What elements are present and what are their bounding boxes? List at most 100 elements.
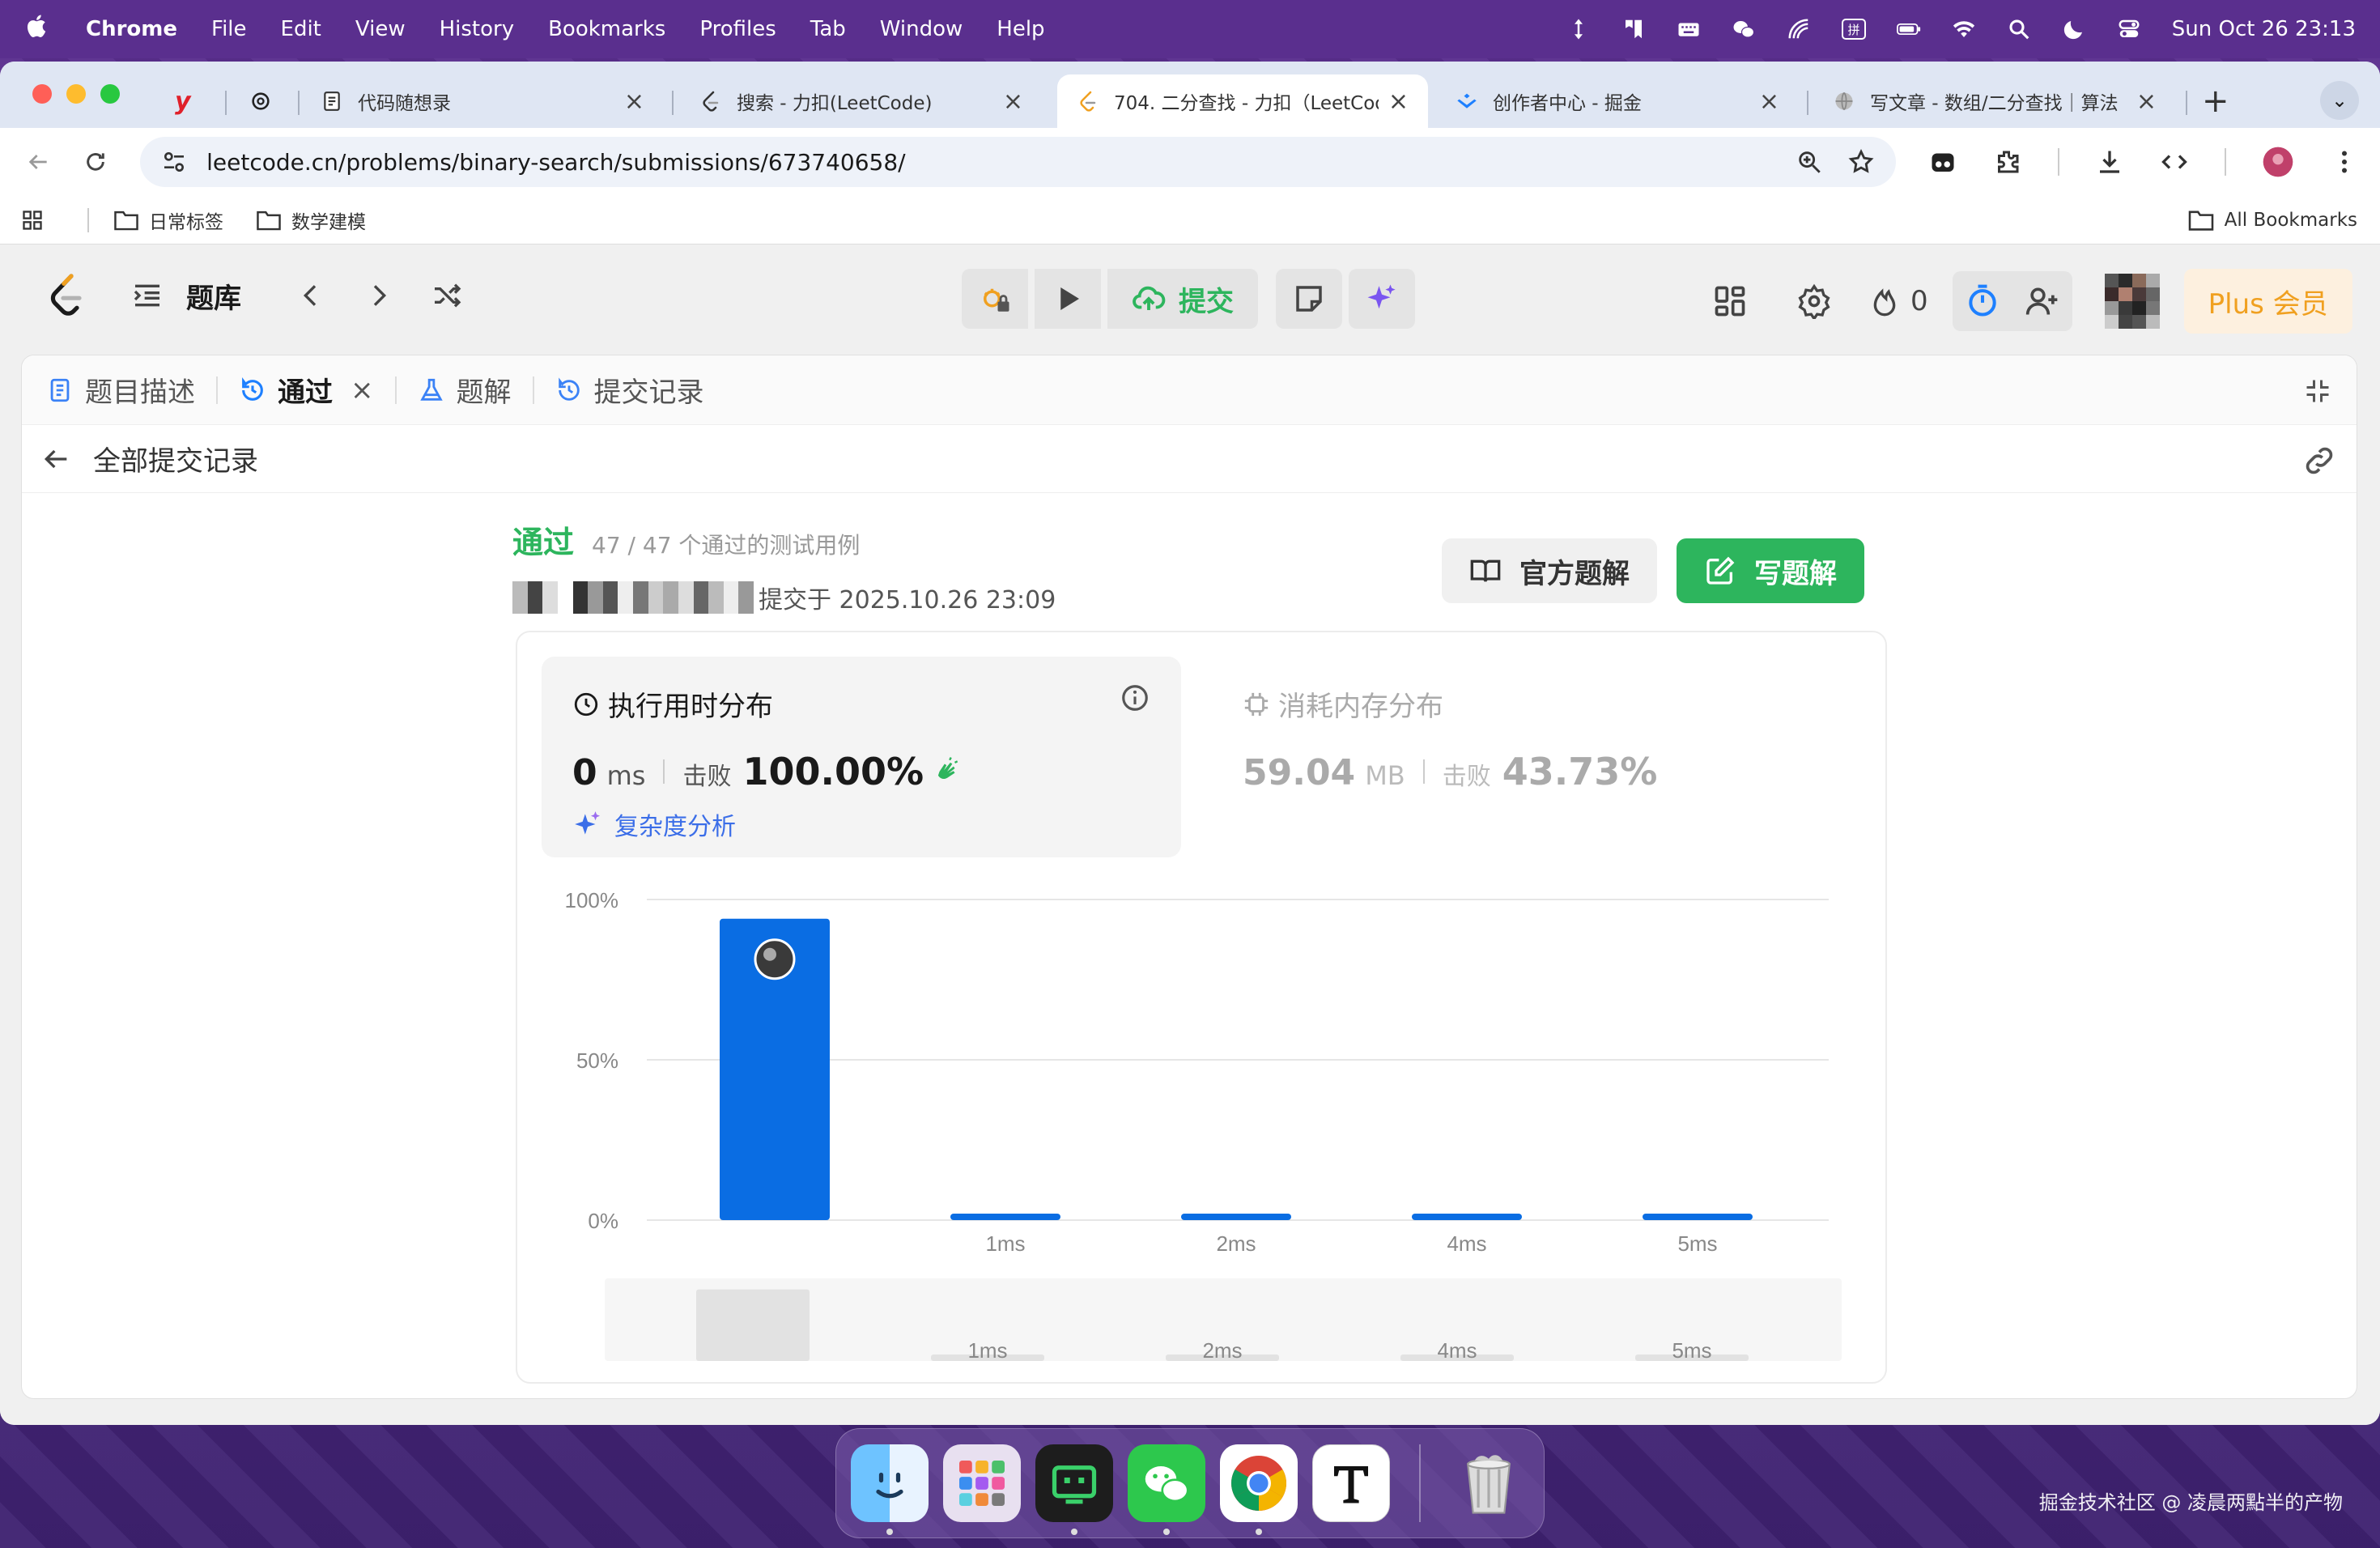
tab-pinned-yandex[interactable]: y xyxy=(155,74,220,128)
run-play-icon[interactable] xyxy=(1035,269,1101,329)
code-icon[interactable] xyxy=(2160,147,2189,176)
submit-button[interactable]: 提交 xyxy=(1107,269,1258,329)
site-settings-icon[interactable] xyxy=(161,149,187,175)
tab-daima[interactable]: 代码随想录 × xyxy=(301,74,664,128)
tab-close-icon[interactable]: × xyxy=(1759,87,1779,116)
menu-tab[interactable]: Tab xyxy=(810,17,846,41)
close-window-button[interactable] xyxy=(32,84,52,104)
notes-icon[interactable] xyxy=(1276,269,1342,329)
battery-icon[interactable] xyxy=(1896,17,1921,41)
extensions-puzzle-icon[interactable] xyxy=(1993,147,2022,176)
spotlight-search-icon[interactable] xyxy=(2007,17,2031,41)
info-icon[interactable] xyxy=(1120,683,1150,713)
menu-view[interactable]: View xyxy=(355,17,406,41)
runtime-distribution-box[interactable]: 执行用时分布 0 ms 击败 100.00% 复杂度分析 xyxy=(542,657,1181,857)
problem-bank-link[interactable]: 题库 xyxy=(186,276,241,316)
tab-solutions[interactable]: 题解 xyxy=(418,370,512,410)
apple-icon[interactable] xyxy=(24,13,47,46)
wechat-menubar-icon[interactable] xyxy=(1732,17,1756,41)
chrome-icon[interactable] xyxy=(1220,1444,1298,1535)
menu-history[interactable]: History xyxy=(440,17,515,41)
more-menu-icon[interactable] xyxy=(2330,147,2359,176)
write-solution-button[interactable]: 写题解 xyxy=(1677,538,1864,603)
control-center-icon[interactable] xyxy=(2117,17,2141,41)
bookmark-folder-math-modeling[interactable]: 数学建模 xyxy=(256,206,366,234)
address-bar[interactable]: leetcode.cn/problems/binary-search/submi… xyxy=(140,137,1896,187)
plus-membership-button[interactable]: Plus 会员 xyxy=(2183,269,2352,334)
user-marker-avatar xyxy=(754,938,796,980)
keyboard-icon[interactable] xyxy=(1677,17,1701,41)
leetcode-logo-icon[interactable] xyxy=(47,273,86,318)
back-arrow-icon[interactable] xyxy=(40,443,72,475)
launchpad-icon[interactable] xyxy=(943,1444,1021,1522)
share-link-icon[interactable] xyxy=(2301,443,2337,478)
tab-close-icon[interactable]: × xyxy=(1003,87,1023,116)
menu-window[interactable]: Window xyxy=(880,17,963,41)
menubar-clock[interactable]: Sun Oct 26 23:13 xyxy=(2172,17,2356,41)
tab-accepted[interactable]: 通过 × xyxy=(239,370,374,410)
tab-write-article[interactable]: 写文章 - 数组/二分查找｜算法 × xyxy=(1813,74,2176,128)
apps-grid-icon[interactable] xyxy=(19,209,55,232)
tab-close-icon[interactable]: × xyxy=(624,87,644,116)
chart-range-brush[interactable]: 1ms 2ms 4ms 5ms xyxy=(605,1278,1842,1361)
bookmark-star-icon[interactable] xyxy=(1847,148,1875,176)
profile-avatar-icon[interactable] xyxy=(2262,146,2294,178)
typora-icon[interactable] xyxy=(1312,1444,1390,1522)
debug-lock-icon[interactable] xyxy=(962,269,1028,329)
zoom-window-button[interactable] xyxy=(100,84,120,104)
tab-submissions[interactable]: 提交记录 xyxy=(555,370,704,410)
memory-distribution-box[interactable]: 消耗内存分布 59.04 MB 击败 43.73% xyxy=(1212,657,1851,857)
wechat-icon[interactable] xyxy=(1128,1444,1205,1535)
ai-sparkle-icon[interactable] xyxy=(1349,269,1415,329)
settings-gear-icon[interactable] xyxy=(1784,271,1844,331)
menu-edit[interactable]: Edit xyxy=(281,17,321,41)
next-problem-icon[interactable] xyxy=(361,278,397,313)
complexity-analysis-link[interactable]: 复杂度分析 xyxy=(572,806,1150,842)
tab-pinned-openai[interactable] xyxy=(230,74,295,128)
tab-juejin-creator[interactable]: 创作者中心 - 掘金 × xyxy=(1436,74,1799,128)
zoom-icon[interactable] xyxy=(1796,148,1823,176)
tab-lc-search[interactable]: 搜索 - 力扣(LeetCode) × xyxy=(680,74,1043,128)
official-solution-button[interactable]: 官方题解 xyxy=(1442,538,1657,603)
add-friend-icon[interactable] xyxy=(2012,271,2072,331)
tab-close-icon[interactable]: × xyxy=(1388,87,1409,116)
collapse-panel-icon[interactable] xyxy=(2303,376,2332,406)
stats-icon[interactable] xyxy=(1787,17,1811,41)
bookmark-app-icon[interactable] xyxy=(1621,17,1646,41)
arrows-vertical-icon[interactable] xyxy=(1566,17,1591,41)
all-submissions-link[interactable]: 全部提交记录 xyxy=(93,439,258,478)
tab-description[interactable]: 题目描述 xyxy=(46,370,195,410)
new-tab-button[interactable]: + xyxy=(2202,83,2229,120)
prev-problem-icon[interactable] xyxy=(293,278,329,313)
menu-file[interactable]: File xyxy=(211,17,247,41)
menu-help[interactable]: Help xyxy=(997,17,1044,41)
shuffle-icon[interactable] xyxy=(429,278,465,313)
all-bookmarks-button[interactable]: All Bookmarks xyxy=(2187,209,2357,232)
blurred-username[interactable] xyxy=(512,581,754,614)
back-button[interactable] xyxy=(21,144,56,180)
minimize-window-button[interactable] xyxy=(66,84,86,104)
focus-moon-icon[interactable] xyxy=(2062,17,2086,41)
layout-icon[interactable] xyxy=(1700,271,1760,331)
extension-incognito-icon[interactable] xyxy=(1928,147,1957,176)
problem-list-icon[interactable] xyxy=(130,278,165,313)
trash-icon[interactable] xyxy=(1450,1444,1528,1522)
finder-icon[interactable] xyxy=(851,1444,929,1535)
download-icon[interactable] xyxy=(2095,147,2124,176)
menu-profiles[interactable]: Profiles xyxy=(699,17,776,41)
tab-lc-binary-search[interactable]: 704. 二分查找 - 力扣（LeetCode × xyxy=(1057,74,1428,128)
stopwatch-icon[interactable] xyxy=(1953,271,2012,331)
bookmark-folder-daily[interactable]: 日常标签 xyxy=(113,206,223,234)
terminal-icon[interactable] xyxy=(1035,1444,1113,1535)
input-method-icon[interactable]: 拼 xyxy=(1841,17,1866,41)
tab-close-icon[interactable]: × xyxy=(2136,87,2157,116)
user-avatar[interactable] xyxy=(2104,274,2160,329)
tab-close-icon[interactable]: × xyxy=(351,374,374,406)
tab-search-chevron-icon[interactable]: ⌄ xyxy=(2320,81,2359,120)
menu-bookmarks[interactable]: Bookmarks xyxy=(548,17,665,41)
url-text[interactable]: leetcode.cn/problems/binary-search/submi… xyxy=(206,149,1796,176)
streak-counter[interactable]: 0 xyxy=(1868,285,1928,317)
reload-button[interactable] xyxy=(79,144,113,180)
wifi-icon[interactable] xyxy=(1952,17,1976,41)
menu-app-name[interactable]: Chrome xyxy=(86,17,177,41)
